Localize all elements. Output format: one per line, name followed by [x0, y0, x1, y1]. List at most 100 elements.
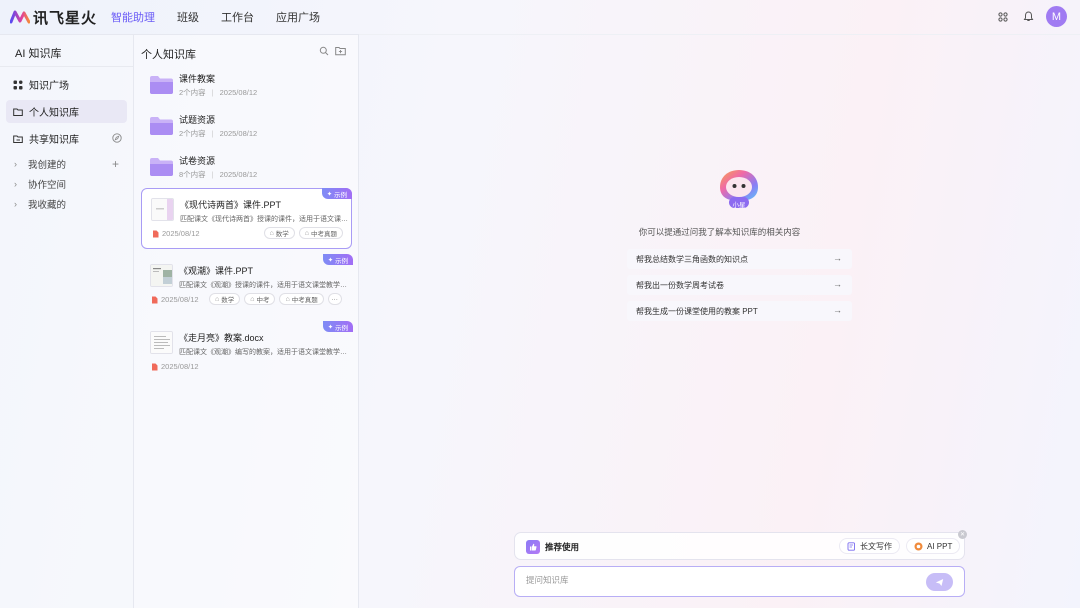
logo-icon: [10, 10, 30, 24]
sidebar: AI 知识库 知识广场 个人知识库 共享知识库 › 我创建的 + › 协作空间 …: [0, 34, 134, 608]
tag-icon: ⌂: [304, 229, 309, 237]
file-title: 《观潮》课件.PPT: [179, 266, 254, 276]
recommend-label: 推荐使用: [545, 542, 580, 552]
file-type-icon: [152, 363, 158, 370]
ai-ppt-button[interactable]: AI PPT: [906, 538, 961, 554]
suggestion-item[interactable]: 帮我生成一份课堂使用的教案 PPT →: [627, 301, 852, 321]
app-logo[interactable]: 讯飞星火: [10, 7, 110, 28]
file-tags: ⌂ 数学 ⌂ 中考 ⌂ 中考真题 ···: [205, 293, 342, 305]
folder-count: 2个内容: [179, 88, 206, 97]
tag: ⌂ 中考: [244, 293, 276, 305]
suggestion-label: 帮我总结数学三角函数的知识点: [636, 254, 748, 264]
top-bar: 讯飞星火 智能助理 班级 工作台 应用广场 M: [0, 0, 1080, 34]
folder-icon: [150, 158, 173, 176]
search-icon[interactable]: [319, 46, 330, 57]
nav-item-assistant[interactable]: 智能助理: [111, 9, 155, 25]
file-date: 2025/08/12: [161, 362, 199, 371]
send-button[interactable]: [926, 573, 953, 591]
tag-label: 中考: [256, 297, 270, 304]
question-input[interactable]: [526, 575, 906, 585]
compass-icon[interactable]: [112, 133, 122, 143]
arrow-right-icon: →: [833, 253, 842, 263]
file-card[interactable]: ✦ 示例 《观潮》课件.PPT 匹配课文《观潮》授课的课件，适用于语文课堂教学，…: [141, 254, 353, 316]
share-folder-icon: [13, 134, 23, 144]
file-thumbnail: [150, 264, 173, 287]
long-writing-button[interactable]: 长文写作: [839, 538, 900, 554]
chevron-right-icon: ›: [14, 159, 17, 169]
question-input-box: [514, 566, 965, 597]
sidebar-item-personal-kb[interactable]: 个人知识库: [6, 100, 127, 123]
sidebar-sub-collab[interactable]: › 协作空间: [0, 174, 133, 194]
folder-item[interactable]: 课件教案 2个内容 | 2025/08/12: [141, 69, 352, 105]
suggestion-item[interactable]: 帮我出一份数学周考试卷 →: [627, 275, 852, 295]
bell-icon[interactable]: [1021, 10, 1035, 24]
tag-label: 中考真题: [311, 231, 337, 238]
suggestion-item[interactable]: 帮我总结数学三角函数的知识点 →: [627, 249, 852, 269]
file-thumbnail: [150, 331, 173, 354]
sidebar-title: AI 知识库: [0, 35, 133, 67]
sidebar-sub-favorites[interactable]: › 我收藏的: [0, 194, 133, 214]
close-icon[interactable]: ✕: [958, 530, 967, 539]
user-avatar[interactable]: M: [1046, 6, 1067, 27]
tag: ⌂ 数学: [209, 293, 241, 305]
ai-ppt-label: AI PPT: [927, 541, 953, 551]
sidebar-sub-label: 我创建的: [28, 160, 67, 171]
recommend-bar: 推荐使用 长文写作 AI PPT: [514, 532, 965, 560]
panel-title: 个人知识库: [141, 49, 196, 61]
tag: ⌂ 中考真题: [279, 293, 324, 305]
file-description: 匹配课文《现代诗两首》授课的课件，适用于语文课堂教学: [180, 216, 350, 223]
tag-label: 数学: [221, 297, 235, 304]
example-badge: ✦ 示例: [321, 188, 352, 199]
tag-icon: ⌂: [269, 229, 274, 237]
badge-label: 示例: [335, 324, 348, 332]
mascot-label: 小星: [732, 202, 746, 209]
chat-main-area: 小星 你可以提通过问我了解本知识库的相关内容 帮我总结数学三角函数的知识点 → …: [359, 34, 1080, 608]
sidebar-item-shared-kb[interactable]: 共享知识库: [6, 127, 127, 150]
folder-icon: [150, 76, 173, 94]
folder-count: 2个内容: [179, 129, 206, 138]
sidebar-sub-label: 我收藏的: [28, 200, 67, 211]
folder-date: 2025/08/12: [219, 170, 258, 179]
folder-item[interactable]: 试题资源 2个内容 | 2025/08/12: [141, 110, 352, 146]
new-folder-icon[interactable]: [335, 46, 346, 57]
tag-label: 数学: [275, 231, 289, 238]
nav-item-app-store[interactable]: 应用广场: [276, 9, 320, 25]
hint-text: 你可以提通过问我了解本知识库的相关内容: [638, 227, 801, 237]
app-name: 讯飞星火: [33, 9, 98, 27]
more-tags-button[interactable]: ···: [327, 293, 342, 305]
knowledge-list-panel: 个人知识库 课件教案 2个内容 | 2025/08/12 试题资源 2个内容 | 202…: [134, 34, 359, 608]
folder-icon: [150, 117, 173, 135]
file-description: 匹配课文《观潮》授课的课件，适用于语文课堂教学，帮助学生理解: [179, 282, 349, 289]
sidebar-sub-created[interactable]: › 我创建的 +: [0, 154, 133, 174]
tag-icon: ⌂: [285, 295, 290, 303]
long-writing-label: 长文写作: [860, 541, 892, 551]
nav-item-workbench[interactable]: 工作台: [221, 9, 254, 25]
folder-icon: [13, 107, 23, 117]
arrow-right-icon: →: [833, 279, 842, 289]
example-badge: ✦ 示例: [322, 254, 353, 265]
file-description: 匹配课文《观潮》编写的教案，适用于语文课堂教学，帮助学生理解: [179, 349, 349, 356]
file-date: 2025/08/12: [162, 229, 200, 238]
sidebar-item-label: 知识广场: [29, 81, 69, 92]
folder-name: 课件教案: [179, 74, 216, 84]
tag-icon: ⌂: [215, 295, 220, 303]
example-badge: ✦ 示例: [322, 321, 353, 332]
file-card[interactable]: ✦ 示例 《走月亮》教案.docx 匹配课文《观潮》编写的教案，适用于语文课堂教…: [141, 321, 353, 383]
sidebar-item-knowledge-square[interactable]: 知识广场: [6, 73, 127, 96]
badge-label: 示例: [335, 257, 348, 265]
main-nav: 智能助理 班级 工作台 应用广场: [111, 9, 342, 25]
tag-label: 中考真题: [291, 297, 318, 304]
send-icon: [935, 578, 944, 586]
folder-item[interactable]: 试卷资源 8个内容 | 2025/08/12: [141, 151, 352, 187]
suggestion-label: 帮我出一份数学周考试卷: [636, 280, 724, 290]
badge-label: 示例: [334, 191, 347, 199]
nav-item-class[interactable]: 班级: [177, 9, 199, 25]
tag: ⌂ 数学: [263, 227, 295, 239]
file-card[interactable]: ✦ 示例 《现代诗两首》课件.PPT 匹配课文《现代诗两首》授课的课件，适用于语…: [141, 188, 352, 249]
thumbs-up-icon: [526, 540, 540, 554]
folder-date: 2025/08/12: [219, 88, 258, 97]
tag: ⌂ 中考真题: [298, 227, 343, 239]
add-icon[interactable]: +: [112, 157, 119, 171]
grid-icon[interactable]: [996, 10, 1010, 24]
suggestion-label: 帮我生成一份课堂使用的教案 PPT: [636, 306, 758, 316]
